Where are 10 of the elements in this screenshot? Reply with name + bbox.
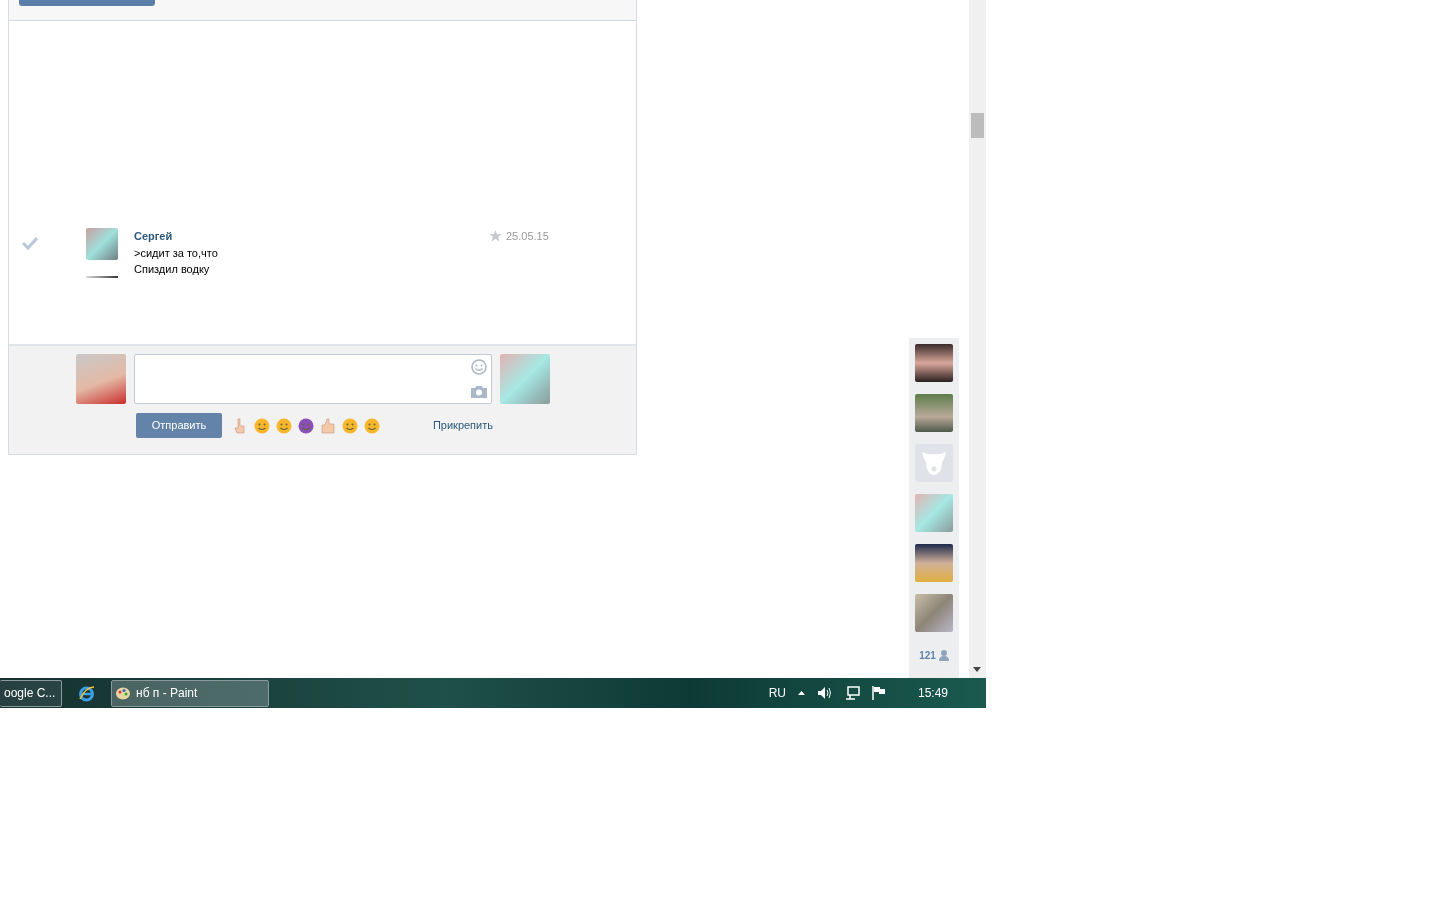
language-indicator[interactable]: RU <box>768 684 786 702</box>
message-date: 25.05.15 <box>506 229 549 244</box>
clock-time[interactable]: 15:49 <box>917 684 948 702</box>
send-button[interactable]: Отправить <box>136 413 222 438</box>
attach-link[interactable]: Прикрепить <box>432 417 493 434</box>
taskbar-button[interactable]: oogle C... <box>0 679 62 707</box>
message-text: Спиздил водку <box>134 261 211 277</box>
message-text: >сидит за то,что <box>134 245 218 261</box>
author-name[interactable]: Сергей <box>134 228 218 245</box>
taskbar-button[interactable]: нб п - Paint <box>111 679 269 707</box>
